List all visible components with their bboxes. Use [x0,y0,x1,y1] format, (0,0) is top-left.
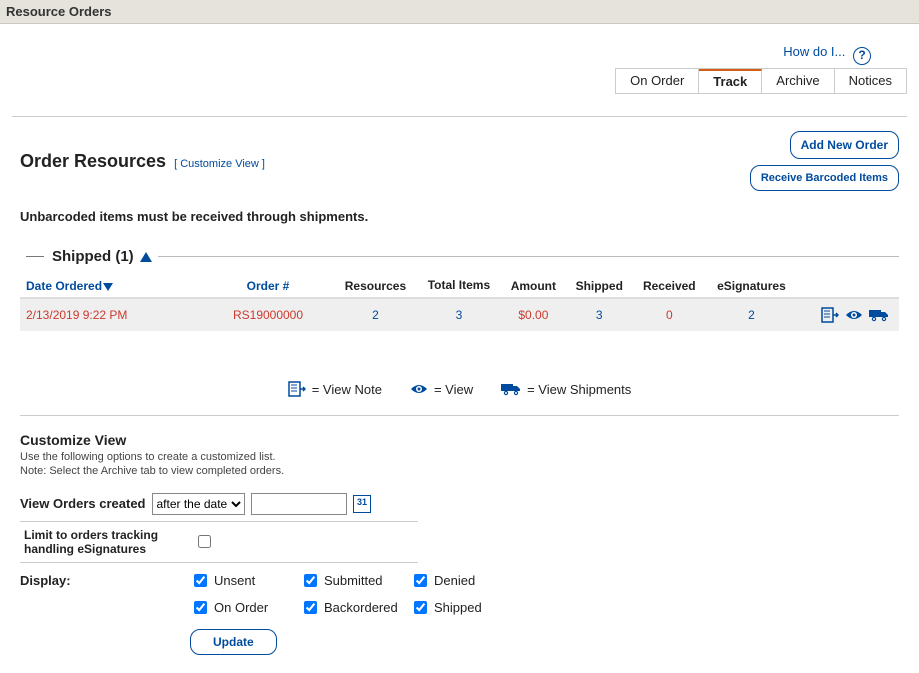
customize-view-heading: Customize View [20,432,899,448]
cell-resources[interactable]: 2 [372,308,379,322]
page-header: Resource Orders [0,0,919,24]
cell-received: 0 [633,298,706,331]
opt-backordered[interactable]: Backordered [300,598,410,617]
sort-desc-icon [103,283,113,291]
view-note-icon[interactable] [821,307,839,323]
legend: = View Note = View = View Shipments [20,381,899,416]
col-date-ordered[interactable]: Date Ordered [26,279,113,293]
col-shipped: Shipped [566,275,633,298]
notice-text: Unbarcoded items must be received throug… [20,209,899,224]
update-button[interactable]: Update [190,629,277,655]
tab-archive[interactable]: Archive [762,69,834,94]
col-resources: Resources [334,275,417,298]
limit-esignatures-label: Limit to orders tracking handling eSigna… [24,528,184,556]
opt-unsent[interactable]: Unsent [190,571,300,590]
tabs: On Order Track Archive Notices [615,68,907,94]
page-title: Order Resources [20,151,166,172]
tab-track[interactable]: Track [699,69,762,94]
opt-shipped[interactable]: Shipped [410,598,520,617]
table-row: 2/13/2019 9:22 PM RS19000000 2 3 $0.00 3… [20,298,899,331]
cell-order-number: RS19000000 [202,298,334,331]
view-icon[interactable] [845,309,863,321]
cell-esignatures[interactable]: 2 [748,308,755,322]
collapse-icon[interactable] [140,252,152,262]
help-link[interactable]: How do I... ? [783,44,871,65]
col-received: Received [633,275,706,298]
view-note-icon [288,381,306,397]
col-total-items: Total Items [417,275,501,298]
limit-esignatures-checkbox[interactable] [198,535,211,548]
col-order-number[interactable]: Order # [247,279,290,293]
cell-shipped[interactable]: 3 [596,308,603,322]
opt-on-order[interactable]: On Order [190,598,300,617]
add-new-order-button[interactable]: Add New Order [790,131,899,159]
tab-notices[interactable]: Notices [835,69,907,94]
tab-on-order[interactable]: On Order [616,69,699,94]
cell-total-items[interactable]: 3 [456,308,463,322]
orders-table: Date Ordered Order # Resources Total Ite… [20,275,899,331]
cell-amount: $0.00 [501,298,566,331]
date-mode-select[interactable]: after the date [152,493,245,515]
calendar-icon[interactable] [353,495,371,513]
receive-barcoded-items-button[interactable]: Receive Barcoded Items [750,165,899,191]
help-icon: ? [853,47,871,65]
customize-view-link[interactable]: [ Customize View ] [174,158,265,170]
col-amount: Amount [501,275,566,298]
section-shipped-title: Shipped (1) [52,248,134,265]
page-header-title: Resource Orders [6,4,112,19]
opt-submitted[interactable]: Submitted [300,571,410,590]
display-label: Display: [20,571,170,617]
view-icon [410,383,428,395]
view-shipments-icon [501,382,521,396]
cell-date-ordered: 2/13/2019 9:22 PM [20,298,202,331]
view-orders-created-label: View Orders created [20,496,146,511]
date-input[interactable] [251,493,347,515]
view-shipments-icon[interactable] [869,308,889,322]
col-esignatures: eSignatures [706,275,797,298]
opt-denied[interactable]: Denied [410,571,520,590]
